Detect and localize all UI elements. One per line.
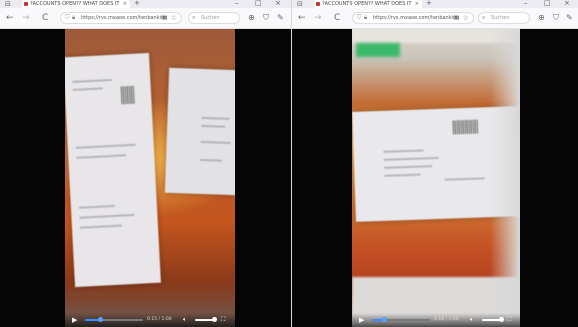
nav-toolbar: ← → C ⛉ 🔒︎ https://rvs.mxaoe.com/tenbank… — [0, 8, 291, 29]
reload-button[interactable]: C — [42, 12, 48, 24]
list-tabs-icon[interactable]: ⊟ — [5, 0, 11, 8]
lock-icon[interactable]: 🔒︎ — [72, 13, 75, 23]
search-input[interactable]: ⌕ Suchen — [478, 12, 530, 24]
back-button[interactable]: ← — [298, 12, 306, 24]
shield-icon[interactable]: ⛉ — [65, 13, 70, 23]
search-icon: ⌕ — [482, 14, 486, 21]
video-frame — [65, 29, 235, 327]
video-controls: ▶ 0:15 / 1:00 🔈︎ ⛶ — [65, 313, 235, 327]
search-icon: ⌕ — [192, 14, 196, 21]
url-text: https://rvs.mxaoe.com/tenbanking — [373, 15, 460, 21]
video-controls: ▶ 0:16 / 1:00 🔈︎ ⛶ — [352, 313, 520, 327]
minimize-button[interactable]: – — [235, 0, 239, 7]
pocket-icon[interactable]: ⛉ — [263, 13, 269, 23]
volume-handle[interactable] — [212, 317, 217, 322]
volume-slider[interactable] — [482, 317, 504, 322]
volume-icon[interactable]: 🔈︎ — [470, 313, 474, 327]
shield-icon[interactable]: ⛉ — [357, 13, 362, 23]
document-paper — [65, 52, 161, 288]
seek-bar[interactable] — [85, 317, 143, 322]
reload-button[interactable]: C — [334, 12, 340, 24]
document-paper — [164, 67, 235, 196]
browser-window-left: ⊟ ?ACCOUNTS OPEN?? WHAT DOES IT × + – □ … — [0, 0, 291, 327]
wall — [490, 29, 520, 327]
close-window-button[interactable]: × — [564, 0, 570, 7]
barcode-image — [452, 119, 479, 135]
volume-handle[interactable] — [499, 317, 504, 322]
back-button[interactable]: ← — [6, 12, 14, 24]
tab-title: ?ACCOUNTS OPEN?? WHAT DOES IT — [322, 1, 412, 7]
address-bar[interactable]: ⛉ 🔒︎ https://rvs.mxaoe.com/tenbanking ▣ … — [352, 12, 474, 24]
search-input[interactable]: ⌕ Suchen — [188, 12, 240, 24]
tab-strip: ⊟ ?ACCOUNTS OPEN?? WHAT DOES IT × + – □ … — [0, 0, 291, 8]
shield-stats-icon[interactable]: ⊕ — [538, 13, 545, 22]
tab-active[interactable]: ?ACCOUNTS OPEN?? WHAT DOES IT × — [314, 0, 422, 8]
maximize-button[interactable]: □ — [255, 0, 262, 7]
browser-window-right: ⊟ ?ACCOUNTS OPEN?? WHAT DOES IT × + – □ … — [291, 0, 578, 327]
search-placeholder: Suchen — [201, 15, 220, 21]
volume-icon[interactable]: 🔈︎ — [183, 313, 187, 327]
page-content: ▶ 0:16 / 1:00 🔈︎ ⛶ — [292, 29, 578, 327]
tab-active[interactable]: ?ACCOUNTS OPEN?? WHAT DOES IT × — [22, 0, 130, 8]
new-tab-button[interactable]: + — [426, 0, 432, 7]
fullscreen-icon[interactable]: ⛶ — [221, 313, 225, 327]
barcode-image — [120, 85, 136, 105]
pocket-icon[interactable]: ⛉ — [553, 13, 559, 23]
video-player[interactable]: ▶ 0:16 / 1:00 🔈︎ ⛶ — [292, 29, 578, 327]
favicon-icon — [24, 2, 28, 6]
list-tabs-icon[interactable]: ⊟ — [297, 0, 303, 8]
play-icon[interactable]: ▶ — [72, 313, 77, 327]
close-window-button[interactable]: × — [275, 0, 281, 7]
seek-handle[interactable] — [381, 317, 387, 322]
tab-close-icon[interactable]: × — [123, 0, 127, 8]
forward-button[interactable]: → — [22, 12, 30, 24]
time-display: 0:16 / 1:00 — [434, 317, 459, 322]
minimize-button[interactable]: – — [524, 0, 528, 7]
url-text: https://rvs.mxaoe.com/tenbanking — [81, 15, 168, 21]
extensions-icon[interactable]: ✎ — [277, 13, 284, 22]
green-object — [356, 43, 400, 57]
tab-strip: ⊟ ?ACCOUNTS OPEN?? WHAT DOES IT × + – □ … — [292, 0, 578, 8]
video-player[interactable]: ▶ 0:15 / 1:00 🔈︎ ⛶ — [0, 29, 291, 327]
seek-handle[interactable] — [97, 317, 103, 322]
tab-title: ?ACCOUNTS OPEN?? WHAT DOES IT — [30, 1, 120, 7]
maximize-button[interactable]: □ — [544, 0, 551, 7]
page-content: ▶ 0:15 / 1:00 🔈︎ ⛶ — [0, 29, 291, 327]
nav-toolbar: ← → C ⛉ 🔒︎ https://rvs.mxaoe.com/tenbank… — [292, 8, 578, 29]
time-display: 0:15 / 1:00 — [147, 317, 172, 322]
forward-button[interactable]: → — [314, 12, 322, 24]
volume-slider[interactable] — [195, 317, 217, 322]
video-frame — [352, 29, 520, 327]
reader-icon[interactable]: ▣ — [161, 13, 167, 23]
favicon-icon — [316, 2, 320, 6]
bookmark-star-icon[interactable]: ☆ — [171, 13, 177, 23]
shield-stats-icon[interactable]: ⊕ — [248, 13, 255, 22]
address-bar[interactable]: ⛉ 🔒︎ https://rvs.mxaoe.com/tenbanking ▣ … — [60, 12, 182, 24]
tab-close-icon[interactable]: × — [415, 0, 419, 8]
play-icon[interactable]: ▶ — [359, 313, 364, 327]
bookmark-star-icon[interactable]: ☆ — [463, 13, 469, 23]
lock-icon[interactable]: 🔒︎ — [364, 13, 367, 23]
reader-icon[interactable]: ▣ — [453, 13, 459, 23]
fullscreen-icon[interactable]: ⛶ — [507, 313, 511, 327]
new-tab-button[interactable]: + — [134, 0, 140, 7]
seek-bar[interactable] — [372, 317, 430, 322]
extensions-icon[interactable]: ✎ — [566, 13, 573, 22]
search-placeholder: Suchen — [491, 15, 510, 21]
